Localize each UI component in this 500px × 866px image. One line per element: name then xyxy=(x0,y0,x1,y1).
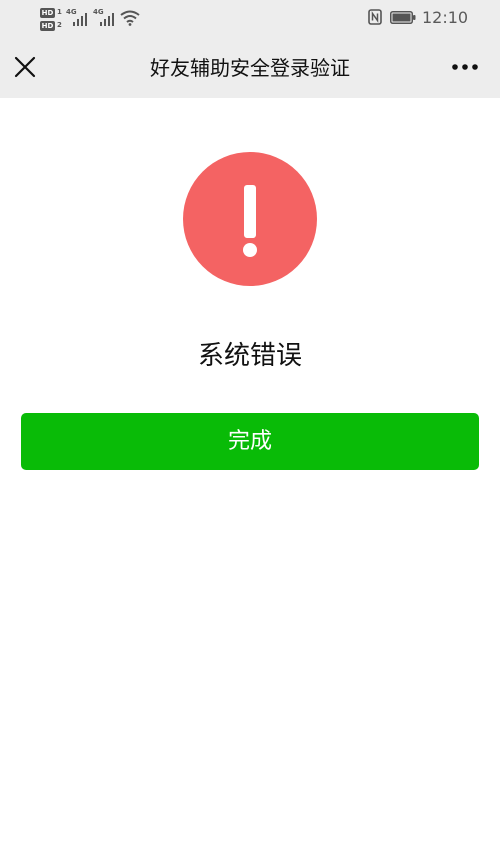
close-button[interactable] xyxy=(12,54,38,80)
hd-sub-1: 1 xyxy=(57,8,62,16)
alert-badge xyxy=(183,152,317,286)
wifi-icon xyxy=(120,10,140,26)
signal-icon-2: 4G xyxy=(93,8,115,26)
signal-icon: 4G xyxy=(66,8,88,26)
close-icon xyxy=(14,56,36,78)
hd-sub-2: 2 xyxy=(57,21,62,29)
nfc-icon xyxy=(368,9,382,25)
hd-badge-2: HD xyxy=(40,21,55,31)
error-message: 系统错误 xyxy=(197,341,302,371)
more-button[interactable] xyxy=(449,58,481,76)
nav-bar: 好友辅助安全登录验证 xyxy=(0,36,500,98)
signal-bars-icon xyxy=(100,13,114,26)
hd-icon: HD 1 HD 2 xyxy=(40,6,62,32)
done-button[interactable]: 完成 xyxy=(21,413,479,470)
exclamation-icon xyxy=(243,185,257,257)
page-title: 好友辅助安全登录验证 xyxy=(150,56,350,80)
battery-icon xyxy=(390,11,416,24)
status-bar: HD 1 HD 2 4G 4G 12:10 xyxy=(0,0,500,36)
status-time: 12:10 xyxy=(422,8,469,27)
top-area: HD 1 HD 2 4G 4G 12:10 好友辅助安全登录验证 xyxy=(0,0,500,98)
more-icon xyxy=(452,64,478,70)
signal-bars-icon xyxy=(73,13,87,26)
hd-badge-1: HD xyxy=(40,8,55,18)
